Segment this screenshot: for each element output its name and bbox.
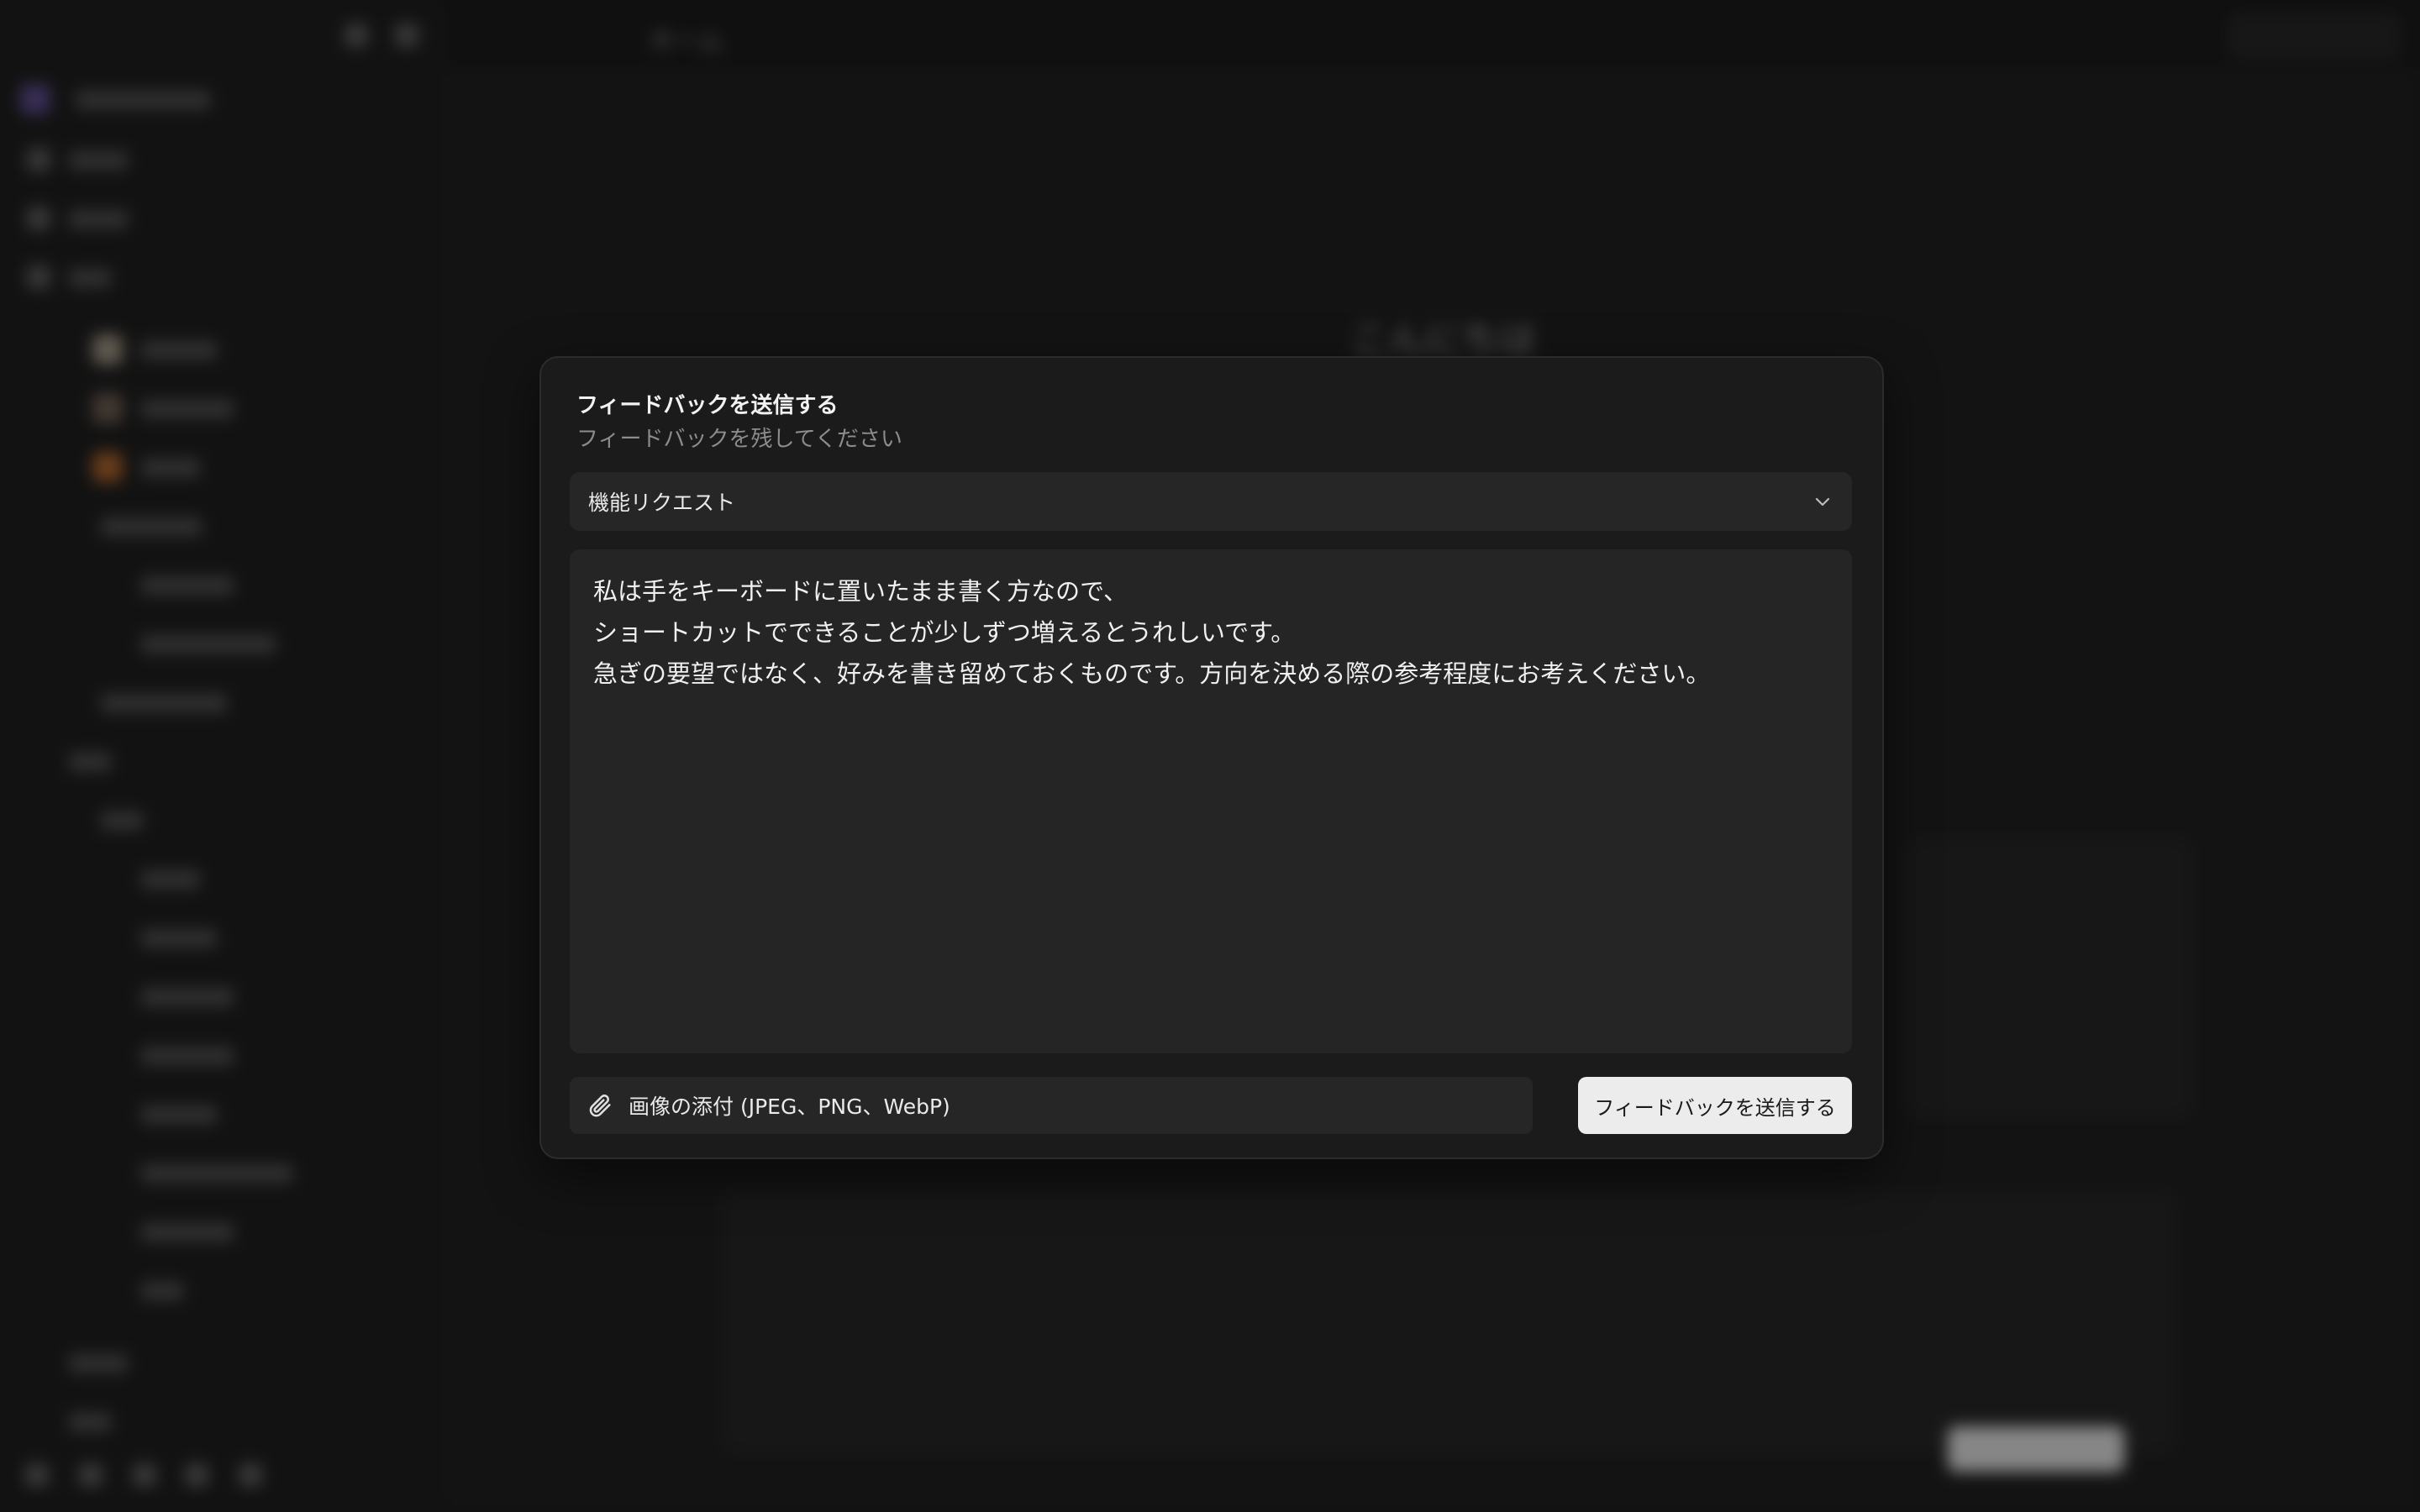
attach-image-button[interactable]: 画像の添付 (JPEG、PNG、WebP) — [570, 1077, 1533, 1134]
feedback-dialog: フィードバックを送信する フィードバックを残してください 機能リクエスト 私は手… — [539, 356, 1884, 1159]
message-line: 急ぎの要望ではなく、好みを書き留めておくものです。方向を決める際の参考程度にお考… — [593, 659, 1711, 688]
attach-image-label: 画像の添付 (JPEG、PNG、WebP) — [629, 1095, 950, 1119]
submit-feedback-button[interactable]: フィードバックを送信する — [1578, 1077, 1852, 1134]
paperclip-icon — [585, 1090, 615, 1121]
category-select[interactable]: 機能リクエスト — [570, 472, 1852, 531]
chevron-down-icon — [1812, 491, 1833, 512]
dialog-title: フィードバックを送信する — [576, 393, 839, 418]
dialog-subtitle: フィードバックを残してください — [576, 427, 902, 452]
category-selected-value: 機能リクエスト — [588, 491, 736, 515]
feedback-message-textarea[interactable]: 私は手をキーボードに置いたまま書く方なので、 ショートカットでできることが少しず… — [570, 549, 1852, 1053]
message-line: ショートカットでできることが少しずつ増えるとうれしいです。 — [593, 618, 1296, 647]
message-line: 私は手をキーボードに置いたまま書く方なので、 — [593, 577, 1128, 606]
